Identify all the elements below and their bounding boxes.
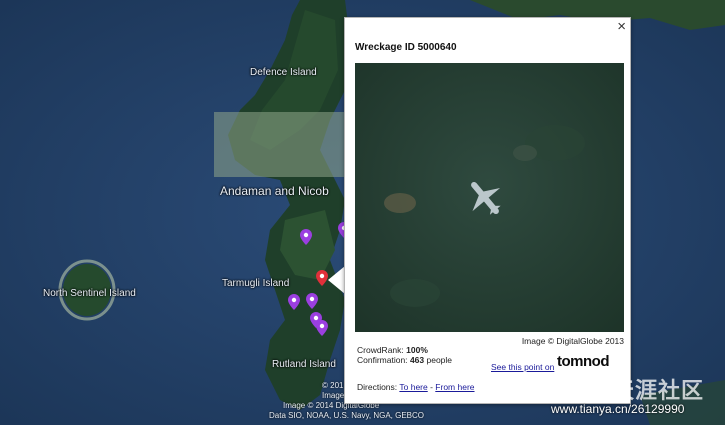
map-pin-purple[interactable] xyxy=(306,293,318,309)
crowdrank-row: CrowdRank: 100% xyxy=(357,345,452,355)
label-rutland: Rutland Island xyxy=(272,359,336,370)
info-window: × Wreckage ID 5000640 Image © DigitalGlo… xyxy=(344,17,631,404)
from-here-link[interactable]: From here xyxy=(435,382,474,392)
label-andaman: Andaman and Nicob xyxy=(220,184,329,198)
map-pin-purple[interactable] xyxy=(300,229,312,245)
label-tarmugli: Tarmugli Island xyxy=(222,278,290,289)
wreckage-stats: CrowdRank: 100% Confirmation: 463 people xyxy=(357,345,452,365)
label-north-sentinel: North Sentinel Island xyxy=(43,288,136,299)
wreckage-satellite-image xyxy=(355,63,624,332)
watermark-text: 天涯社区 xyxy=(612,378,705,403)
map-pin-red-selected[interactable] xyxy=(316,270,328,286)
tomnod-logo-text: tomnod xyxy=(557,353,609,370)
crowdrank-value: 100% xyxy=(406,345,428,355)
popup-pointer xyxy=(328,266,345,294)
see-point-link[interactable]: See this point on xyxy=(491,362,554,372)
confirmation-label: Confirmation: xyxy=(357,355,408,365)
confirmation-row: Confirmation: 463 people xyxy=(357,355,452,365)
attribution-line1: © 201 xyxy=(322,381,344,390)
label-defence-island: Defence Island xyxy=(250,67,317,78)
popup-title: Wreckage ID 5000640 xyxy=(355,42,457,53)
confirmation-suffix: people xyxy=(426,355,453,365)
directions: Directions: To here - From here xyxy=(357,382,475,392)
to-here-link[interactable]: To here xyxy=(399,382,427,392)
tomnod-logo[interactable]: tomnod xyxy=(557,353,609,370)
attribution-line4: Data SIO, NOAA, U.S. Navy, NGA, GEBCO xyxy=(269,411,424,420)
confirmation-value: 463 xyxy=(409,355,425,365)
directions-label: Directions: xyxy=(357,382,398,392)
map-pin-purple[interactable] xyxy=(316,320,328,336)
crowdrank-label: CrowdRank: xyxy=(357,345,404,355)
watermark-url: www.tianya.cn/26129990 xyxy=(551,402,685,416)
map-pin-purple[interactable] xyxy=(288,294,300,310)
close-icon[interactable]: × xyxy=(617,19,626,35)
attribution-line2: Image xyxy=(322,391,345,400)
